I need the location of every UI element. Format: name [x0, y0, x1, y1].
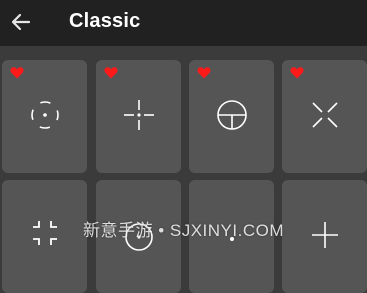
dot-cross-crosshair-icon — [124, 100, 154, 130]
favorite-heart-icon[interactable] — [197, 66, 211, 79]
favorite-heart-icon[interactable] — [290, 66, 304, 79]
favorite-heart-icon[interactable] — [104, 66, 118, 79]
circle-t-crosshair-icon — [217, 100, 247, 130]
x-crosshair-icon — [312, 102, 338, 128]
page-title: Classic — [69, 10, 141, 32]
favorite-heart-icon[interactable] — [10, 66, 24, 79]
crosshair-tile[interactable] — [282, 60, 367, 173]
dashed-circle-dot-crosshair-icon — [31, 101, 59, 129]
crosshair-tile[interactable] — [2, 60, 87, 173]
top-app-bar: Classic — [0, 0, 367, 46]
arrow-left-icon[interactable] — [8, 9, 34, 35]
crosshair-tile[interactable] — [96, 60, 181, 173]
watermark-text: 新意手游 • SJXINYI.COM — [82, 221, 285, 240]
crosshair-tile[interactable] — [189, 60, 274, 173]
